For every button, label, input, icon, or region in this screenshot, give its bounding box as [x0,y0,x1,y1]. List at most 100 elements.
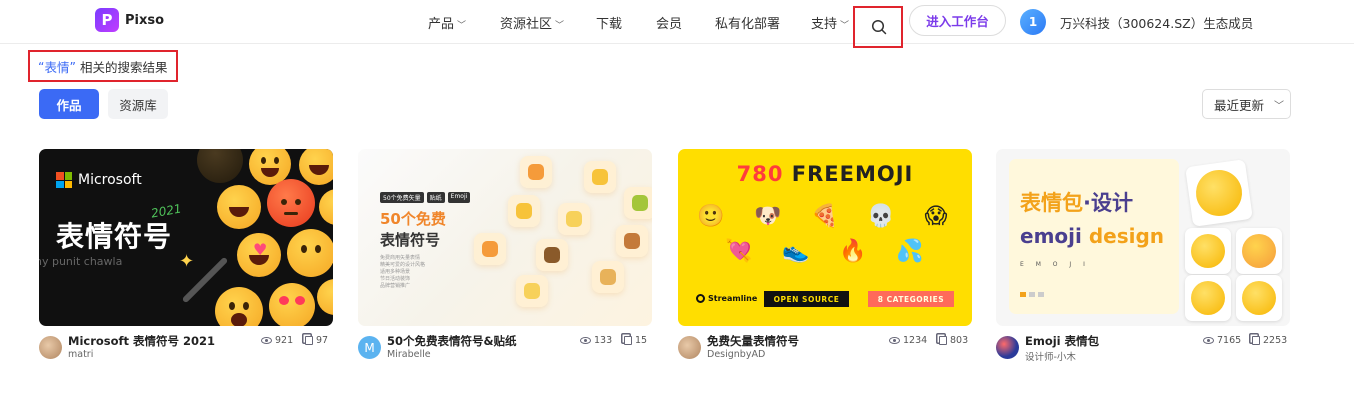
avatar[interactable] [678,336,701,359]
nav-label: 私有化部署 [715,17,781,32]
skull-emoji-icon: 💀 [867,204,895,229]
logo[interactable]: P Pixso [95,8,164,32]
copy-count: 15 [624,335,647,346]
card-title[interactable]: 免费矢量表情符号 [707,333,799,349]
sort-dropdown[interactable]: 最近更新 ﹀ [1202,89,1291,119]
eye-icon [580,337,591,344]
sticker-tile [474,233,506,265]
pixso-logo-icon: P [95,8,119,32]
avatar[interactable]: M [358,336,381,359]
body-line: 免费商用矢量表情 [380,255,421,261]
sticker-tile [616,225,648,257]
tab-resource-library[interactable]: 资源库 [108,89,168,119]
result-card[interactable]: 50个免费矢量 贴纸 Emoji 50个免费 表情符号 免费商用矢量表情 精美可… [358,149,652,372]
subheadline-part: emoji [1020,224,1082,248]
search-keyword: 表情 [44,59,70,75]
logo-text: Pixso [125,12,165,28]
pizza-emoji-icon: 🍕 [811,204,839,229]
scream-emoji-icon: 😱 [924,204,948,229]
sneaker-emoji-icon: 👟 [782,239,810,264]
enter-workspace-button[interactable]: 进入工作台 [909,5,1006,36]
copies-value: 2253 [1263,335,1288,346]
open-source-tag: OPEN SOURCE [764,291,849,307]
streamline-logo-icon [696,294,705,303]
view-count: 133 [580,335,612,346]
fire-emoji-icon: 🔥 [839,239,867,264]
headline-word: FREEMOJI [791,162,914,186]
nav-item-support[interactable]: 支持 ﹀ [811,13,849,32]
brand-text: Microsoft [78,172,142,188]
card-author[interactable]: DesignbyAD [707,349,765,360]
emoji-face-icon [319,189,333,225]
result-card[interactable]: 780 FREEMOJI 🙂 🐶 🍕 💀 😱 💘 👟 🔥 💦 Streamlin… [678,149,972,372]
thumb-letters: E M O J I [1020,261,1090,268]
copies-value: 15 [635,335,648,346]
nav-label: 会员 [656,17,683,32]
thumb-chips: 50个免费矢量 贴纸 Emoji [380,192,471,203]
nav-label: 资源社区 [500,17,553,32]
card-meta: 免费矢量表情符号 DesignbyAD 1234 803 [678,332,972,372]
thumb-headline: 表情包·设计 [1020,187,1133,217]
emoji-face-icon [197,149,243,183]
card-title[interactable]: Microsoft 表情符号 2021 [68,333,215,349]
nav-label: 产品 [428,17,455,32]
avatar[interactable] [39,336,62,359]
sticker-tile [558,203,590,235]
sort-label: 最近更新 [1214,97,1265,113]
chip: 50个免费矢量 [380,192,424,203]
card-thumbnail[interactable]: 50个免费矢量 贴纸 Emoji 50个免费 表情符号 免费商用矢量表情 精美可… [358,149,652,326]
chevron-down-icon: ﹀ [555,21,565,31]
copies-value: 803 [950,335,969,346]
copy-count: 97 [305,335,328,346]
search-button[interactable] [853,6,903,48]
card-author[interactable]: matri [68,349,93,360]
card-thumbnail[interactable]: Microsoft 表情符号 2021 ny punit chawla ♥ ✦ [39,149,333,326]
copies-value: 97 [316,335,329,346]
thumb-subheadline: 表情符号 [380,231,441,249]
body-line: 品牌营销推广 [380,283,411,289]
sticker-tile [520,156,552,188]
sticker-tile [584,161,616,193]
result-card[interactable]: 表情包·设计 emoji design E M O J I Emoji 表情包 … [996,149,1290,372]
thumb-year: 2021 [150,201,183,221]
copy-icon [1252,336,1260,345]
sticker-tile [1185,228,1231,274]
nav-item-private-deploy[interactable]: 私有化部署 [715,13,780,32]
categories-tag: 8 CATEGORIES [868,291,954,307]
card-thumbnail[interactable]: 表情包·设计 emoji design E M O J I [996,149,1290,326]
thumb-headline: 表情符号 [56,220,173,253]
card-title[interactable]: Emoji 表情包 [1025,333,1099,349]
nav-item-download[interactable]: 下载 [596,13,622,32]
eye-icon [1203,337,1214,344]
card-author[interactable]: Mirabelle [387,349,431,360]
card-title[interactable]: 50个免费表情符号&贴纸 [387,333,517,349]
eye-icon [889,337,900,344]
view-count: 921 [261,335,293,346]
result-card[interactable]: Microsoft 表情符号 2021 ny punit chawla ♥ ✦ … [39,149,333,372]
body-line: 节日活动装饰 [380,276,411,282]
copy-count: 2253 [1252,335,1287,346]
chip: 贴纸 [426,192,445,203]
view-count: 7165 [1203,335,1241,346]
avatar[interactable] [996,336,1019,359]
nav-item-membership[interactable]: 会员 [656,13,682,32]
card-thumbnail[interactable]: 780 FREEMOJI 🙂 🐶 🍕 💀 😱 💘 👟 🔥 💦 Streamlin… [678,149,972,326]
brand-text: Streamline [708,294,758,303]
thumb-byline: ny punit chawla [39,255,123,268]
card-author[interactable]: 设计师-小木 [1025,349,1076,363]
views-value: 921 [275,335,294,346]
copy-icon [305,336,313,345]
sticker-tile [624,187,652,219]
chip: Emoji [447,192,471,203]
nav-item-product[interactable]: 产品 ﹀ [428,13,466,32]
sticker-tile [1236,275,1282,321]
eco-member-text[interactable]: 万兴科技（300624.SZ）生态成员 [1060,13,1253,32]
thumb-subheadline: emoji design [1020,224,1164,248]
tab-works[interactable]: 作品 [39,89,99,119]
nav-item-community[interactable]: 资源社区 ﹀ [500,13,564,32]
heart-icon: ♥ [253,240,268,259]
emoji-angry-icon [267,179,315,227]
card-meta: Emoji 表情包 设计师-小木 7165 2253 [996,332,1290,372]
subheadline-part: design [1088,224,1165,248]
headline-part: 表情包 [1020,191,1083,215]
